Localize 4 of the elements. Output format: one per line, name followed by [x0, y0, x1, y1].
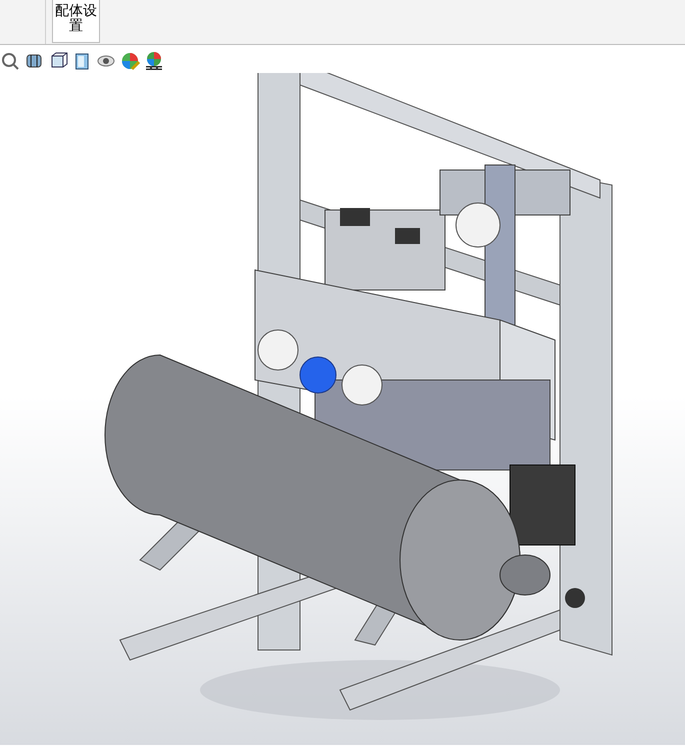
color-ball-icon[interactable] — [120, 51, 140, 71]
zoom-icon[interactable] — [0, 51, 20, 71]
ribbon-button[interactable]: 配体设置 — [52, 0, 100, 43]
scene-ball-icon[interactable] — [144, 51, 164, 71]
